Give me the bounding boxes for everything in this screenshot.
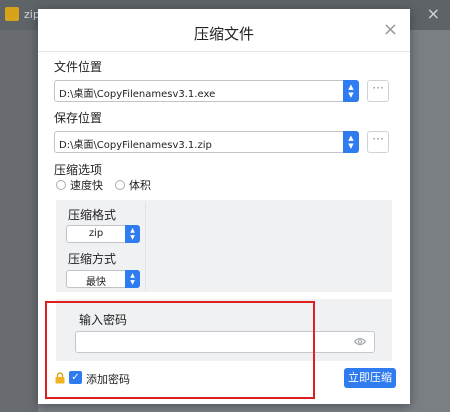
save-location-label: 保存位置 xyxy=(54,111,103,125)
background-close-icon[interactable]: × xyxy=(427,4,440,23)
eye-icon[interactable] xyxy=(354,337,366,346)
radio-size-label: 体积 xyxy=(129,179,151,192)
radio-size[interactable] xyxy=(115,180,125,190)
close-icon[interactable]: × xyxy=(383,21,398,39)
compress-option-radios: 速度快 体积 xyxy=(56,177,159,193)
compress-dialog: 压缩文件 × 文件位置 D:\桌面\CopyFilenamesv3.1.exe … xyxy=(38,9,410,404)
format-select[interactable]: zip ▲ ▼ xyxy=(66,225,140,243)
add-password-checkbox[interactable]: ✓ xyxy=(69,371,82,384)
file-location-label: 文件位置 xyxy=(54,60,103,74)
save-browse-button[interactable]: ··· xyxy=(367,131,389,153)
format-label: 压缩格式 xyxy=(68,208,117,222)
lock-icon xyxy=(55,372,65,384)
app-icon xyxy=(5,7,19,21)
file-browse-button[interactable]: ··· xyxy=(367,80,389,102)
file-location-dropdown-icon[interactable]: ▲ ▼ xyxy=(343,80,359,102)
save-location-field[interactable]: D:\桌面\CopyFilenamesv3.1.zip ▲ ▼ xyxy=(54,131,359,153)
compress-options-label: 压缩选项 xyxy=(54,163,103,177)
save-location-dropdown-icon[interactable]: ▲ ▼ xyxy=(343,131,359,153)
format-value: zip xyxy=(88,228,104,239)
method-dropdown-icon[interactable]: ▲ ▼ xyxy=(125,270,140,288)
format-dropdown-icon[interactable]: ▲ ▼ xyxy=(125,225,140,243)
file-location-field[interactable]: D:\桌面\CopyFilenamesv3.1.exe ▲ ▼ xyxy=(54,80,359,102)
method-select[interactable]: 最快 ▲ ▼ xyxy=(66,270,140,288)
password-label: 输入密码 xyxy=(79,313,128,327)
dialog-title: 压缩文件 xyxy=(193,25,254,43)
background-sidebar xyxy=(0,30,38,412)
add-password-label: 添加密码 xyxy=(86,373,130,386)
compress-now-button[interactable]: 立即压缩 xyxy=(344,368,396,388)
radio-speed-label: 速度快 xyxy=(70,179,103,192)
method-label: 压缩方式 xyxy=(68,252,117,266)
save-location-value: D:\桌面\CopyFilenamesv3.1.zip xyxy=(59,140,212,151)
password-input[interactable] xyxy=(75,331,375,353)
file-location-value: D:\桌面\CopyFilenamesv3.1.exe xyxy=(59,89,216,100)
title-divider xyxy=(38,51,410,52)
radio-speed[interactable] xyxy=(56,180,66,190)
method-value: 最快 xyxy=(86,277,106,288)
